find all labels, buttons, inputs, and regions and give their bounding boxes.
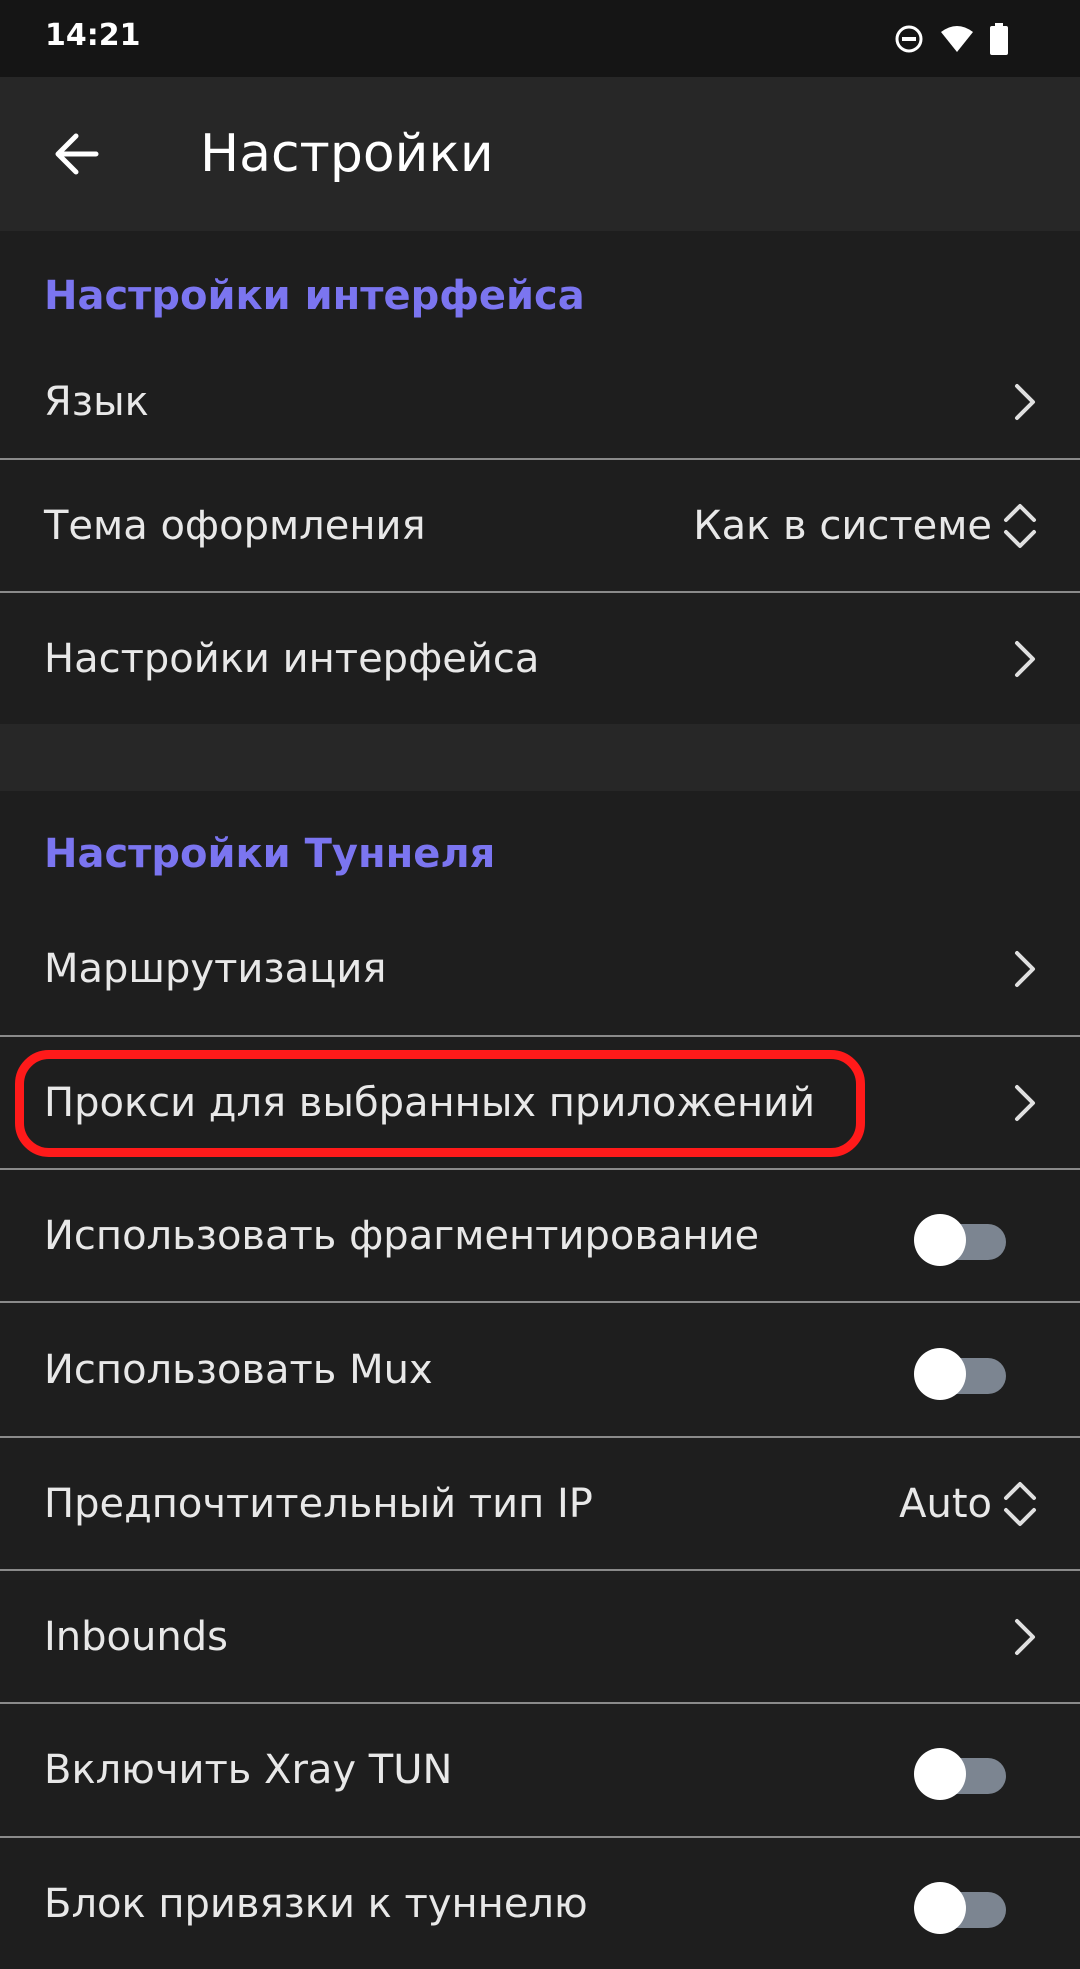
chevron-right-icon [1015,1618,1035,1655]
setting-inbounds[interactable]: Inbounds [0,1571,1080,1702]
wifi-icon [941,26,973,52]
setting-tunnel-binding-block[interactable]: Блок привязки к туннелю [0,1838,1080,1969]
status-time: 14:21 [45,18,141,53]
chevron-right-icon [1015,384,1035,420]
chevron-right-icon [1015,951,1035,987]
toggle-thumb [914,1881,966,1934]
setting-label: Предпочтительный тип IP [44,1480,593,1527]
chevron-right-icon [1015,1084,1035,1121]
setting-label: Использовать Mux [44,1346,433,1393]
setting-xray-tun[interactable]: Включить Xray TUN [0,1704,1080,1836]
battery-icon [990,23,1008,55]
theme-select[interactable]: Как в системе [693,500,1038,552]
toggle-thumb [914,1213,966,1266]
setting-label: Язык [44,379,149,425]
arrow-left-icon [55,133,99,175]
page-title: Настройки [200,124,494,184]
setting-fragmentation[interactable]: Использовать фрагментирование [0,1170,1080,1301]
setting-per-app-proxy[interactable]: Прокси для выбранных приложений [0,1037,1080,1168]
setting-theme[interactable]: Тема оформления Как в системе [0,460,1080,591]
setting-label: Прокси для выбранных приложений [44,1079,816,1126]
setting-routing[interactable]: Маршрутизация [0,903,1080,1035]
setting-label: Использовать фрагментирование [44,1212,760,1259]
chevron-right-icon [1015,640,1035,677]
settings-list: Настройки интерфейса Язык Тема оформлени… [0,231,1080,1934]
back-button[interactable] [50,130,102,178]
setting-interface[interactable]: Настройки интерфейса [0,593,1080,724]
theme-value: Как в системе [693,502,992,549]
fragmentation-toggle[interactable] [914,1208,1006,1266]
setting-label: Блок привязки к туннелю [44,1880,588,1927]
section-header-tunnel: Настройки Туннеля [44,831,496,877]
chevron-up-down-icon [1004,1481,1036,1526]
tunnel-binding-toggle[interactable] [914,1876,1006,1934]
setting-label: Тема оформления [44,502,426,549]
ip-type-select[interactable]: Auto [899,1478,1038,1530]
toggle-thumb [914,1347,966,1400]
section-gap [0,724,1080,791]
section-header-interface: Настройки интерфейса [44,273,585,319]
ip-type-value: Auto [899,1480,992,1527]
xray-tun-toggle[interactable] [914,1742,1006,1800]
setting-language[interactable]: Язык [0,346,1080,458]
setting-mux[interactable]: Использовать Mux [0,1303,1080,1436]
app-bar: Настройки [0,77,1080,231]
setting-label: Настройки интерфейса [44,635,540,682]
setting-label: Включить Xray TUN [44,1747,453,1793]
do-not-disturb-icon [895,25,923,53]
toggle-thumb [914,1748,966,1800]
status-icons [894,22,1008,56]
chevron-up-down-icon [1004,503,1036,548]
status-bar: 14:21 [0,0,1080,77]
mux-toggle[interactable] [914,1342,1006,1400]
setting-label: Маршрутизация [44,946,387,992]
setting-ip-type[interactable]: Предпочтительный тип IP Auto [0,1438,1080,1569]
setting-label: Inbounds [44,1613,228,1660]
